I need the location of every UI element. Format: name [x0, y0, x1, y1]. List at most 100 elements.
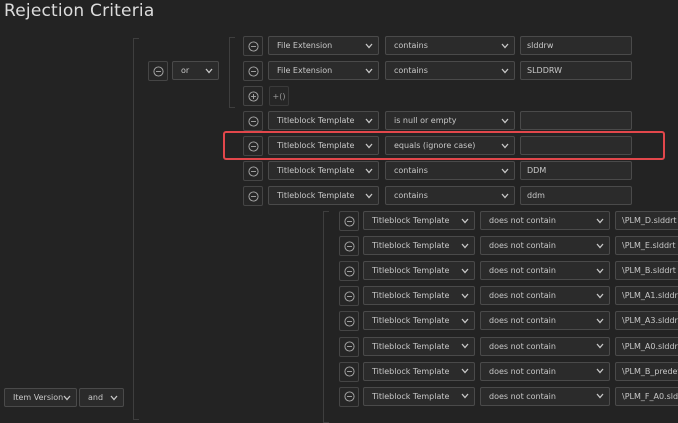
field-select[interactable]: Titleblock Template: [268, 161, 379, 180]
chevron-down-icon: [365, 168, 373, 173]
chevron-down-icon: [461, 243, 469, 249]
minus-circle-icon: [247, 190, 259, 202]
minus-circle-icon: [343, 266, 355, 277]
remove-criterion-button[interactable]: [339, 261, 359, 282]
chevron-down-icon: [596, 343, 604, 349]
remove-criterion-button[interactable]: [243, 136, 263, 156]
operator-select[interactable]: does not contain: [480, 211, 610, 230]
chevron-down-icon: [365, 193, 373, 198]
operator-select[interactable]: does not contain: [480, 311, 610, 331]
group-operator-value: or: [181, 66, 190, 75]
chevron-down-icon: [205, 68, 213, 73]
field-select[interactable]: Titleblock Template: [363, 236, 475, 256]
operator-select[interactable]: does not contain: [480, 261, 610, 281]
value-input[interactable]: \PLM_B_predef: [615, 361, 678, 381]
operator-select[interactable]: contains: [385, 61, 515, 80]
remove-criterion-button[interactable]: [339, 211, 359, 231]
operator-select[interactable]: equals (ignore case): [385, 136, 515, 155]
operator-select[interactable]: contains: [385, 186, 515, 205]
minus-circle-icon: [152, 65, 164, 77]
remove-criterion-button[interactable]: [243, 111, 263, 131]
value-input[interactable]: [520, 111, 632, 130]
value-input[interactable]: \PLM_A1.slddrt: [615, 286, 678, 306]
outer-group-bracket: [133, 38, 139, 420]
value-input[interactable]: \PLM_E.slddrt: [615, 236, 678, 256]
field-select[interactable]: Titleblock Template: [268, 136, 379, 155]
field-select[interactable]: Titleblock Template: [363, 261, 475, 281]
value-input[interactable]: \PLM_F_A0.sldd: [615, 386, 678, 406]
operator-select[interactable]: does not contain: [480, 386, 610, 406]
value-text: slddrw: [527, 41, 554, 50]
chevron-down-icon: [501, 143, 509, 148]
value-input[interactable]: slddrw: [520, 36, 632, 55]
chevron-down-icon: [365, 143, 373, 148]
plus-circle-icon: [247, 90, 259, 102]
field-select[interactable]: Titleblock Template: [363, 361, 475, 381]
operator-select[interactable]: does not contain: [480, 286, 610, 306]
field-select[interactable]: Titleblock Template: [363, 286, 475, 306]
field-select[interactable]: Titleblock Template: [268, 186, 379, 205]
minus-circle-icon: [247, 65, 259, 77]
value-input[interactable]: ddm: [520, 186, 632, 205]
minus-circle-icon: [343, 215, 355, 227]
operator-select[interactable]: is null or empty: [385, 111, 515, 130]
footer-operator-select[interactable]: and: [79, 388, 124, 407]
value-text: \PLM_F_A0.sldd: [622, 391, 678, 401]
remove-criterion-button[interactable]: [243, 186, 263, 206]
chevron-down-icon: [596, 243, 604, 249]
remove-criterion-button[interactable]: [243, 36, 263, 56]
footer-field-value: Item Version: [13, 393, 64, 402]
field-select[interactable]: Titleblock Template: [363, 336, 475, 356]
field-select[interactable]: File Extension: [268, 36, 379, 55]
chevron-down-icon: [461, 318, 469, 324]
remove-criterion-button[interactable]: [339, 311, 359, 332]
field-select[interactable]: File Extension: [268, 61, 379, 80]
value-input[interactable]: [520, 136, 632, 155]
value-input[interactable]: \PLM_B.slddrt: [615, 261, 678, 281]
minus-circle-icon: [343, 341, 355, 352]
operator-select[interactable]: does not contain: [480, 236, 610, 256]
remove-criterion-button[interactable]: [243, 61, 263, 81]
operator-select[interactable]: does not contain: [480, 336, 610, 356]
remove-criterion-button[interactable]: [339, 336, 359, 357]
chevron-down-icon: [461, 268, 469, 274]
value-input[interactable]: \PLM_A0.slddrt: [615, 336, 678, 356]
value-text: \PLM_B_predef: [622, 366, 678, 376]
chevron-down-icon: [461, 393, 469, 399]
page-title: Rejection Criteria: [4, 1, 155, 21]
field-value: File Extension: [277, 41, 333, 50]
operator-value: does not contain: [489, 216, 556, 225]
remove-criterion-button[interactable]: [243, 161, 263, 181]
field-value: Titleblock Template: [372, 291, 450, 301]
field-value: Titleblock Template: [277, 116, 355, 125]
value-input[interactable]: DDM: [520, 161, 632, 180]
remove-criterion-button[interactable]: [339, 236, 359, 257]
remove-criterion-button[interactable]: [339, 361, 359, 382]
footer-field-select[interactable]: Item Version: [4, 388, 77, 407]
minus-circle-icon: [343, 291, 355, 302]
value-input[interactable]: \PLM_D.slddrt: [615, 211, 678, 230]
chevron-down-icon: [501, 68, 509, 73]
field-select[interactable]: Titleblock Template: [363, 386, 475, 406]
field-select[interactable]: Titleblock Template: [363, 211, 475, 230]
remove-criterion-button[interactable]: [339, 386, 359, 407]
value-input[interactable]: \PLM_A3.slddrt: [615, 311, 678, 331]
operator-select[interactable]: contains: [385, 36, 515, 55]
add-group-button[interactable]: [243, 86, 263, 106]
minus-circle-icon: [343, 391, 355, 402]
chevron-down-icon: [501, 118, 509, 123]
group-operator-select[interactable]: or: [172, 61, 219, 80]
add-subgroup-button[interactable]: +(): [269, 86, 289, 106]
value-input[interactable]: SLDDRW: [520, 61, 632, 80]
chevron-down-icon: [365, 68, 373, 73]
field-value: Titleblock Template: [277, 191, 355, 200]
operator-select[interactable]: does not contain: [480, 361, 610, 381]
operator-value: does not contain: [489, 366, 556, 376]
field-select[interactable]: Titleblock Template: [268, 111, 379, 130]
field-value: Titleblock Template: [372, 366, 450, 376]
remove-criterion-button[interactable]: [339, 286, 359, 307]
remove-group-button[interactable]: [148, 61, 168, 81]
operator-select[interactable]: contains: [385, 161, 515, 180]
field-select[interactable]: Titleblock Template: [363, 311, 475, 331]
value-text: ddm: [527, 191, 545, 200]
